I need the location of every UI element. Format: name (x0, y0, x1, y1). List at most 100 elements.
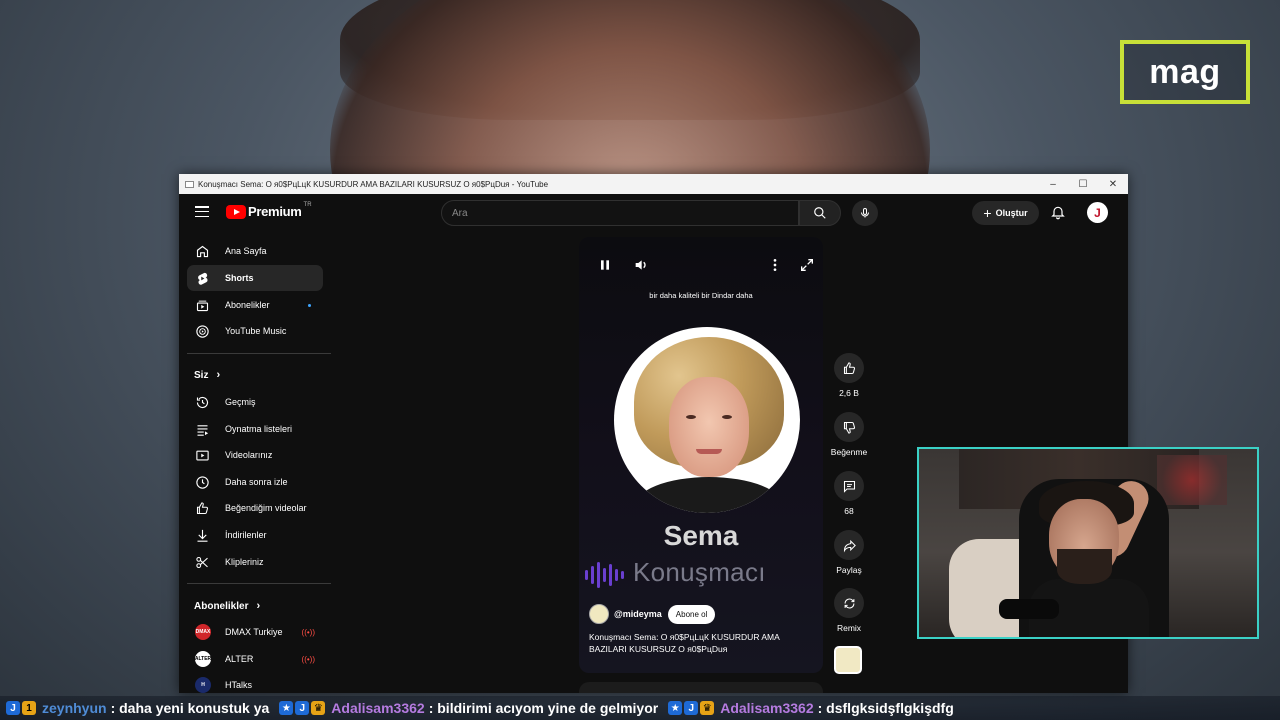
live-icon: ((•)) (301, 627, 315, 637)
sidebar-item-label: Oynatma listeleri (225, 424, 293, 434)
verified-badge-icon: J (684, 701, 699, 715)
subscriptions-icon (196, 300, 209, 311)
subscriptions-section-label: Abonelikler (194, 600, 249, 612)
subscriptions-section-title[interactable]: Abonelikler › (194, 600, 260, 612)
remix-button[interactable]: Remix (829, 588, 869, 633)
sidebar-divider (187, 353, 331, 354)
more-options-icon[interactable] (767, 257, 783, 273)
verified-badge-icon: ★ (279, 701, 294, 715)
sidebar-item-label: Geçmiş (225, 397, 256, 407)
new-content-dot (308, 303, 311, 307)
minimize-button[interactable]: – (1038, 179, 1068, 190)
verified-badge-icon: ★ (668, 701, 683, 715)
account-avatar[interactable]: J (1087, 202, 1108, 223)
thumbs-down-icon (843, 421, 855, 434)
your-videos-icon (196, 450, 209, 460)
sidebar-item-shorts[interactable]: Shorts (187, 265, 323, 291)
maximize-button[interactable]: ☐ (1068, 179, 1098, 190)
voice-search-button[interactable] (852, 200, 878, 226)
sidebar-item-watch-later[interactable]: Daha sonra izle (187, 469, 323, 495)
search-icon (814, 207, 826, 219)
channel-handle[interactable]: @mideyma (614, 609, 662, 619)
chevron-right-icon: › (256, 600, 261, 612)
chevron-right-icon: › (216, 369, 221, 381)
verified-badge-icon: J (6, 701, 20, 715)
subscribe-button[interactable]: Abone ol (667, 604, 716, 624)
share-button[interactable]: Paylaş (829, 530, 869, 575)
create-label: Oluştur (995, 208, 1028, 218)
close-button[interactable]: ✕ (1098, 179, 1128, 190)
chat-message: : dsflgksidşflgkişdfg (817, 700, 954, 716)
sidebar-item-label: Beğendiğim videolar (225, 503, 307, 513)
sidebar-item-clips[interactable]: Klipleriniz (187, 549, 323, 575)
sidebar-item-home[interactable]: Ana Sayfa (187, 238, 323, 264)
channel-avatar: DMAX (195, 624, 211, 640)
scissors-icon (196, 556, 208, 568)
chat-message: : bildirimi acıyom yine de gelmiyor (428, 700, 659, 716)
sidebar-item-liked-videos[interactable]: Beğendiğim videolar (187, 495, 323, 521)
sidebar-item-playlists[interactable]: Oynatma listeleri (187, 416, 323, 442)
chat-ticker: J 1 zeynhyun : daha yeni konustuk ya ★ J… (0, 696, 1280, 720)
channel-avatar: H (195, 677, 211, 693)
sidebar-item-music[interactable]: YouTube Music (187, 318, 323, 344)
search-button[interactable] (799, 200, 841, 226)
chat-username: Adalisam3362 (720, 700, 814, 716)
chat-message: : daha yeni konustuk ya (110, 700, 270, 716)
channel-name: DMAX Turkiye (225, 627, 283, 637)
dislike-label: Beğenme (830, 447, 868, 457)
plus-icon: + (983, 205, 992, 221)
dislike-button[interactable]: Beğenme (829, 412, 869, 457)
sidebar-item-label: Klipleriniz (225, 557, 264, 567)
sound-thumbnail[interactable] (834, 646, 862, 674)
sidebar-item-label: İndirilenler (225, 530, 267, 540)
speaker-portrait (614, 327, 800, 513)
like-count: 2,6 B (839, 388, 859, 398)
comment-icon (843, 480, 855, 493)
youtube-play-icon (226, 204, 246, 219)
remix-label: Remix (836, 623, 862, 633)
thumbs-up-icon (196, 501, 209, 514)
youtube-logo[interactable]: Premium TR (226, 201, 312, 219)
home-icon (196, 245, 209, 257)
next-short-preview[interactable] (579, 682, 823, 693)
playlist-icon (197, 424, 209, 436)
sidebar-item-label: Abonelikler (225, 300, 270, 310)
sidebar-item-downloads[interactable]: İndirilenler (187, 522, 323, 548)
shorts-icon (198, 272, 208, 285)
you-section-label: Siz (194, 369, 209, 381)
pause-icon[interactable] (597, 257, 613, 273)
remix-icon (844, 598, 854, 608)
favicon-icon (185, 180, 194, 188)
chat-username: Adalisam3362 (331, 700, 425, 716)
webcam-overlay (917, 447, 1259, 639)
create-button[interactable]: + Oluştur (972, 201, 1039, 225)
search-input[interactable] (452, 207, 798, 219)
live-icon: ((•)) (301, 654, 315, 664)
bell-icon (1051, 206, 1065, 220)
logo-region: TR (303, 201, 312, 208)
volume-icon[interactable] (633, 257, 649, 273)
notifications-button[interactable] (1050, 204, 1066, 225)
sidebar-channel-dmax[interactable]: DMAX DMAX Turkiye ((•)) (187, 619, 323, 645)
sidebar-item-history[interactable]: Geçmiş (187, 389, 323, 415)
share-icon (843, 539, 856, 553)
stream-logo-text: mag (1149, 52, 1221, 91)
watch-later-icon (196, 475, 209, 489)
menu-icon[interactable] (195, 206, 209, 218)
comments-button[interactable]: 68 (829, 471, 869, 516)
sidebar-item-your-videos[interactable]: Videolarınız (187, 442, 323, 468)
search-box (441, 200, 799, 226)
chat-username: zeynhyun (42, 700, 107, 716)
channel-avatar[interactable] (589, 604, 609, 624)
share-label: Paylaş (836, 565, 862, 575)
sidebar-channel-htalks[interactable]: H HTalks (187, 672, 323, 693)
fullscreen-icon[interactable] (799, 257, 815, 273)
sidebar-item-label: Daha sonra izle (225, 477, 288, 487)
thumbs-up-icon (843, 361, 855, 374)
shorts-player[interactable]: bir daha kaliteli bir Dindar daha Sema K… (579, 237, 823, 673)
like-button[interactable]: 2,6 B (829, 353, 869, 398)
sidebar-channel-alter[interactable]: ALTER ALTER ((•)) (187, 646, 323, 672)
you-section-title[interactable]: Siz › (194, 369, 220, 381)
channel-name: ALTER (225, 654, 254, 664)
sidebar-item-subscriptions[interactable]: Abonelikler (187, 292, 323, 318)
